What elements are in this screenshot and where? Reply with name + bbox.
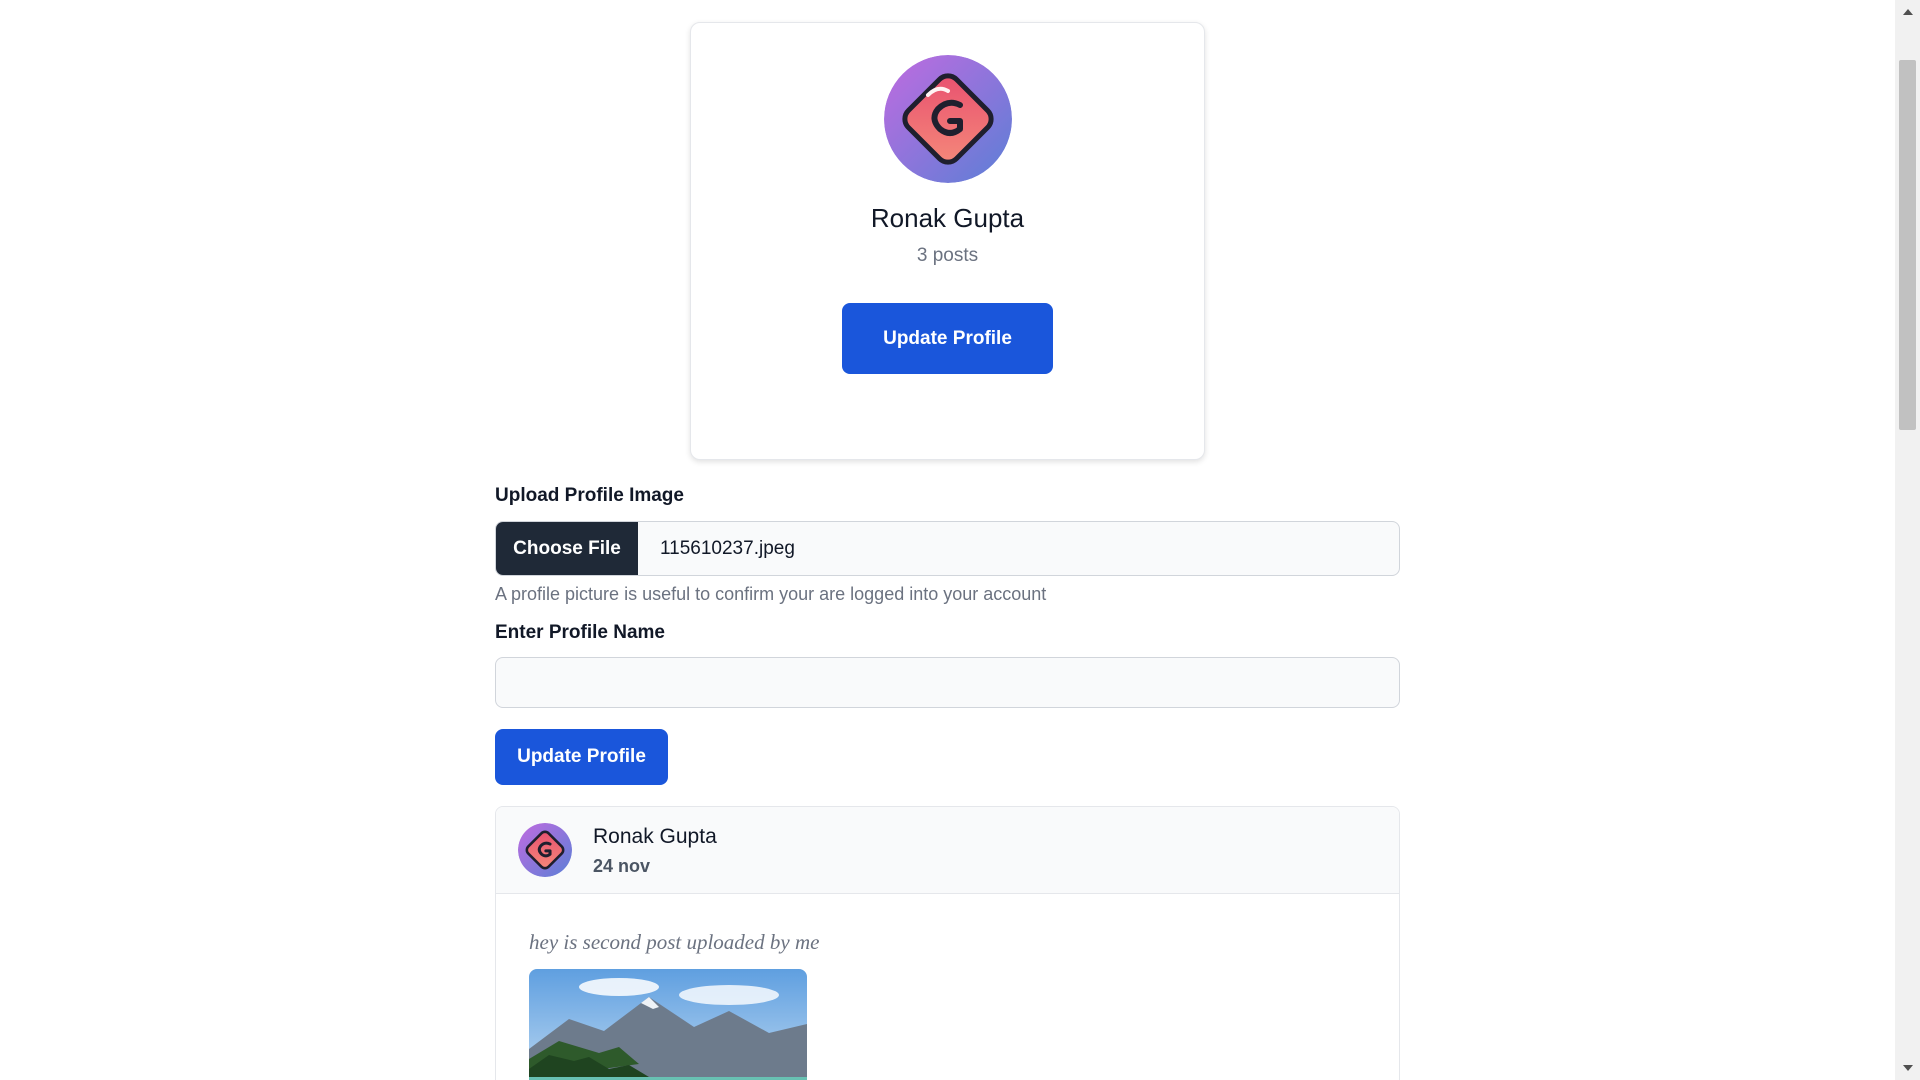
post-text: hey is second post uploaded by me (529, 930, 820, 954)
post-author-name: Ronak Gupta (593, 825, 717, 848)
page: Ronak Gupta 3 posts Update Profile Uploa… (0, 0, 1920, 1080)
upload-image-label: Upload Profile Image (495, 485, 684, 506)
post-header: Ronak Gupta 24 nov (496, 807, 1399, 894)
profile-name-label: Enter Profile Name (495, 622, 665, 643)
post-card: Ronak Gupta 24 nov hey is second post up… (495, 806, 1400, 1080)
logo-avatar-icon (518, 823, 572, 877)
card-update-profile-button[interactable]: Update Profile (842, 303, 1053, 374)
main-content: Ronak Gupta 3 posts Update Profile Uploa… (0, 0, 1895, 1080)
upload-helper-text: A profile picture is useful to confirm y… (495, 584, 1047, 604)
choose-file-button[interactable]: Choose File (496, 522, 638, 575)
post-image (529, 969, 807, 1080)
post-author-avatar (518, 823, 572, 877)
profile-card: Ronak Gupta 3 posts Update Profile (690, 22, 1205, 460)
post-count: 3 posts (916, 245, 979, 266)
file-upload-input[interactable]: Choose File 115610237.jpeg (495, 521, 1400, 576)
scrollbar-thumb[interactable] (1899, 60, 1916, 430)
scroll-up-arrow-icon[interactable] (1895, 2, 1920, 22)
post-date: 24 nov (593, 856, 651, 876)
selected-file-name: 115610237.jpeg (660, 537, 795, 559)
profile-name-input[interactable] (495, 657, 1400, 708)
scroll-down-arrow-icon[interactable] (1895, 1058, 1920, 1078)
profile-avatar (884, 55, 1012, 183)
logo-avatar-icon (884, 55, 1012, 183)
profile-name: Ronak Gupta (870, 203, 1025, 233)
vertical-scrollbar[interactable] (1895, 0, 1920, 1080)
landscape-photo (529, 969, 807, 1080)
form-update-profile-button[interactable]: Update Profile (495, 729, 668, 785)
